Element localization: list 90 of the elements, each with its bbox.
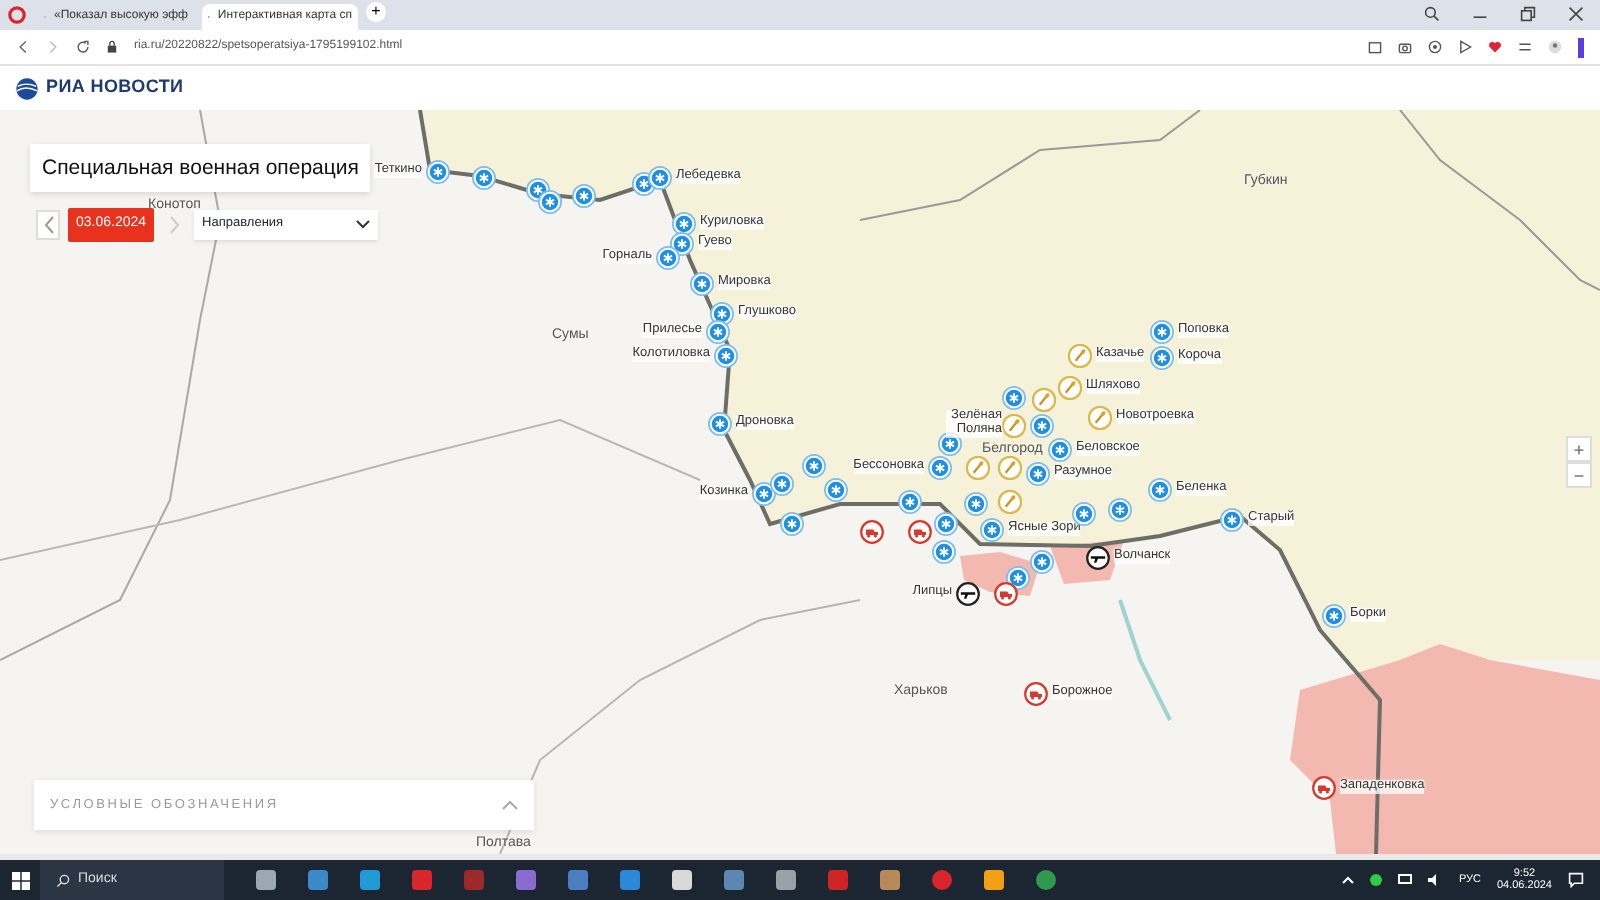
asterisk-marker-icon[interactable] [538, 190, 562, 214]
taskbar-app-icon[interactable] [516, 870, 536, 890]
heart-icon[interactable] [1488, 40, 1502, 54]
taskbar-app-icon[interactable] [724, 870, 744, 890]
asterisk-marker-icon[interactable] [934, 512, 958, 536]
site-logo[interactable]: РИА НОВОСТИ [46, 74, 184, 102]
rocket-marker-icon[interactable] [1002, 414, 1026, 438]
asterisk-marker-icon[interactable] [708, 412, 732, 436]
asterisk-marker-icon[interactable] [1026, 462, 1050, 486]
asterisk-marker-icon[interactable] [932, 540, 956, 564]
rocket-marker-icon[interactable] [998, 490, 1022, 514]
globe-logo-icon [16, 77, 38, 99]
sliders-icon[interactable] [1518, 40, 1532, 54]
zoom-out-button[interactable]: − [1566, 462, 1592, 488]
restore-icon[interactable] [1520, 6, 1536, 22]
asterisk-marker-icon[interactable] [770, 472, 794, 496]
taskbar-app-icon[interactable] [412, 870, 432, 890]
vehicle-marker-icon[interactable] [1024, 682, 1048, 706]
asterisk-marker-icon[interactable] [1002, 386, 1026, 410]
rocket-marker-icon[interactable] [1088, 406, 1112, 430]
asterisk-marker-icon[interactable] [1108, 498, 1132, 522]
vehicle-marker-icon[interactable] [860, 520, 884, 544]
rocket-marker-icon[interactable] [1058, 376, 1082, 400]
chevron-down-icon [356, 219, 371, 230]
map-title: Специальная военная операция [30, 144, 371, 192]
camera-icon[interactable] [1398, 40, 1412, 54]
taskbar-app-icon[interactable] [620, 870, 640, 890]
search-icon[interactable] [1424, 6, 1440, 22]
asterisk-marker-icon[interactable] [1150, 346, 1174, 370]
play-icon[interactable] [1458, 40, 1472, 54]
taskbar-app-icon[interactable] [1036, 870, 1056, 890]
asterisk-marker-icon[interactable] [656, 246, 680, 270]
asterisk-marker-icon[interactable] [1150, 320, 1174, 344]
asterisk-marker-icon[interactable] [928, 456, 952, 480]
zoom-in-button[interactable]: + [1566, 436, 1592, 462]
close-icon[interactable] [1568, 6, 1584, 22]
asterisk-marker-icon[interactable] [648, 166, 672, 190]
rocket-marker-icon[interactable] [966, 456, 990, 480]
share-icon[interactable] [1368, 40, 1382, 54]
taskbar-app-icon[interactable] [256, 870, 276, 890]
vehicle-marker-icon[interactable] [994, 582, 1018, 606]
asterisk-marker-icon[interactable] [714, 344, 738, 368]
windows-start-icon[interactable] [11, 871, 29, 889]
taskbar-app-icon[interactable] [932, 870, 952, 890]
new-tab-button[interactable]: + [366, 2, 386, 22]
taskbar-app-icon[interactable] [828, 870, 848, 890]
asterisk-marker-icon[interactable] [1322, 604, 1346, 628]
browser-logo-icon[interactable] [8, 6, 26, 24]
scroll-indicator-icon [1578, 37, 1584, 57]
network-icon[interactable] [1398, 874, 1413, 886]
rocket-marker-icon[interactable] [1032, 388, 1056, 412]
taskbar-app-icon[interactable] [776, 870, 796, 890]
asterisk-marker-icon[interactable] [472, 166, 496, 190]
asterisk-marker-icon[interactable] [706, 320, 730, 344]
notification-icon[interactable] [1568, 872, 1584, 888]
gun-marker-icon[interactable] [956, 582, 980, 606]
asterisk-marker-icon[interactable] [690, 272, 714, 296]
asterisk-marker-icon[interactable] [780, 512, 804, 536]
rocket-marker-icon[interactable] [998, 456, 1022, 480]
asterisk-marker-icon[interactable] [964, 492, 988, 516]
asterisk-marker-icon[interactable] [426, 160, 450, 184]
vehicle-marker-icon[interactable] [908, 520, 932, 544]
lock-icon [106, 40, 118, 54]
asterisk-marker-icon[interactable] [802, 454, 826, 478]
asterisk-marker-icon[interactable] [1030, 550, 1054, 574]
taskbar-app-icon[interactable] [308, 870, 328, 890]
previous-date-button[interactable] [36, 209, 60, 240]
taskbar-app-icon[interactable] [880, 870, 900, 890]
asterisk-marker-icon[interactable] [898, 490, 922, 514]
asterisk-marker-icon[interactable] [1220, 508, 1244, 532]
asterisk-marker-icon[interactable] [572, 184, 596, 208]
asterisk-marker-icon[interactable] [1148, 478, 1172, 502]
tray-status-icon[interactable] [1370, 874, 1383, 886]
taskbar-app-icon[interactable] [360, 870, 380, 890]
taskbar-app-icon[interactable] [984, 870, 1004, 890]
asterisk-marker-icon[interactable] [824, 478, 848, 502]
forward-icon[interactable] [46, 40, 60, 54]
asterisk-marker-icon[interactable] [980, 518, 1004, 542]
taskbar-app-icon[interactable] [672, 870, 692, 890]
chevron-right-icon [169, 215, 180, 234]
asterisk-marker-icon[interactable] [1030, 414, 1054, 438]
chevron-left-icon [43, 215, 53, 234]
asterisk-marker-icon[interactable] [1048, 438, 1072, 462]
search-icon [56, 873, 70, 887]
profile-icon[interactable] [1548, 40, 1562, 54]
rocket-marker-icon[interactable] [1068, 344, 1092, 368]
circle-icon[interactable] [1428, 40, 1442, 54]
back-icon[interactable] [16, 40, 30, 54]
reload-icon[interactable] [76, 40, 90, 54]
taskbar-app-icon[interactable] [568, 870, 588, 890]
